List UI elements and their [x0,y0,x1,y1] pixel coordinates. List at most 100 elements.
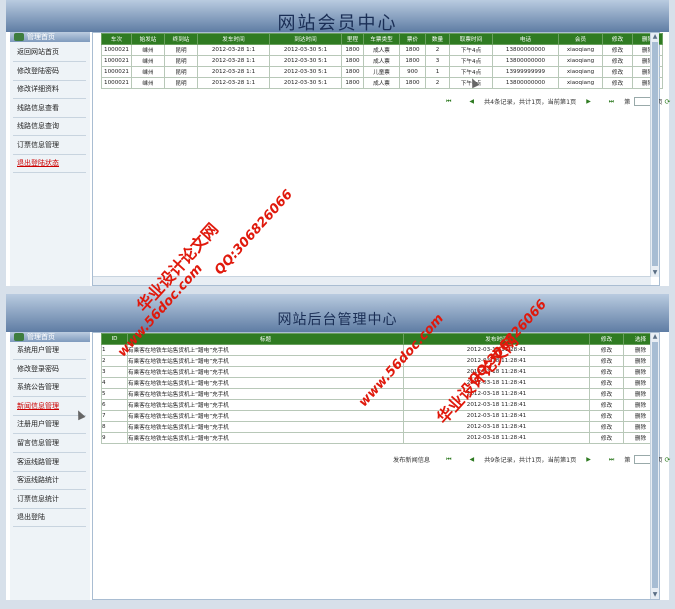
table-cell: 2 [101,355,128,367]
scroll-down-icon[interactable]: ▼ [651,591,659,599]
go-icon[interactable]: ⟳ [665,456,671,464]
edit-link[interactable]: 修改 [589,355,624,367]
sidebar-divider [13,433,86,435]
sidebar-item[interactable]: 退出登陆状态 [13,156,86,170]
table-cell: 2012-03-28 1:1 [197,66,270,78]
member-banner: 网站会员中心 [6,0,669,34]
sidebar-item[interactable]: 注册用户管理 [13,417,86,431]
table-cell: 1000021 [101,77,132,89]
table-cell: 2012-03-30 5:1 [269,77,342,89]
edit-link[interactable]: 修改 [602,77,633,89]
sidebar-divider [13,396,86,398]
edit-link[interactable]: 修改 [589,410,624,422]
table-cell: 9 [101,432,128,444]
sidebar-item[interactable]: 返回网站首页 [13,45,86,59]
table-cell: 1 [425,66,450,78]
edit-link[interactable]: 修改 [589,344,624,356]
sidebar-item[interactable]: 线路信息查看 [13,101,86,115]
table-cell: 2012-03-18 11:28:41 [403,355,590,367]
table-cell: 13800000000 [492,77,559,89]
news-table: ID 标题 发布时间 修改 选择 1 有乘客在地铁车站售货机上“蹭电”充手机 2012-03-… [101,333,658,444]
vertical-scrollbar[interactable]: ▲ ▼ [650,33,659,277]
page-title: 网站后台管理中心 [277,312,398,328]
sidebar-item[interactable]: 线路信息查询 [13,119,86,133]
sidebar-header[interactable]: 管理首页 [10,332,90,342]
column-header: 车票类型 [363,33,400,45]
scroll-down-icon[interactable]: ▼ [651,269,659,277]
sidebar-item[interactable]: 修改登录密码 [13,362,86,376]
table-cell: 1800 [341,55,364,67]
table-cell: 昆明 [164,55,198,67]
table-cell: 嵊州 [131,44,165,56]
table-cell: 4 [101,377,128,389]
table-cell: 13800000000 [492,55,559,67]
table-cell: 2012-03-18 11:28:41 [403,344,590,356]
edit-link[interactable]: 修改 [589,399,624,411]
member-sidebar: 管理首页 返回网站首页 修改登陆密码 修改详细资料 线路信息查看 线路信息查询 订票信息管… [10,32,90,286]
sidebar-title: 管理首页 [27,33,55,41]
prev-page-icon[interactable]: ◀ [469,98,474,105]
vertical-scrollbar[interactable]: ▲ ▼ [650,333,659,599]
pager-summary: 共9条记录，共计1页，当前第1页 [484,457,577,464]
table-header-row: ID 标题 发布时间 修改 选择 [101,333,658,345]
edit-link[interactable]: 修改 [589,432,624,444]
sidebar-item[interactable]: 系统用户管理 [13,343,86,357]
table-cell: 3 [101,366,128,378]
last-page-icon[interactable]: ⏭ [609,98,614,106]
sidebar-item[interactable]: 修改详细资料 [13,82,86,96]
sidebar-item[interactable]: 客运线路管理 [13,455,86,469]
sidebar-item[interactable]: 留言信息管理 [13,436,86,450]
last-page-icon[interactable]: ⏭ [609,456,614,464]
next-page-icon[interactable]: ▶ [586,456,591,463]
horizontal-scrollbar[interactable] [93,276,651,285]
table-cell: 昆明 [164,77,198,89]
table-cell: 有乘客在地铁车站售货机上“蹭电”充手机 [127,410,404,422]
edit-link[interactable]: 修改 [589,421,624,433]
table-cell: 1000021 [101,44,132,56]
member-pager: ⏮ ◀ 共4条记录，共计1页，当前第1页 ▶ ⏭ 第 页 ⟳ [438,97,670,106]
table-cell: 2012-03-18 11:28:41 [403,432,590,444]
add-news-link[interactable]: 发布新闻信息 [393,455,430,464]
admin-banner: 网站后台管理中心 [6,294,669,332]
scroll-up-icon[interactable]: ▲ [651,333,659,341]
column-header: 修改 [589,333,624,345]
table-cell: 2012-03-30 5:1 [269,44,342,56]
prev-page-icon[interactable]: ◀ [469,456,474,463]
first-page-icon[interactable]: ⏮ [446,98,451,106]
table-cell: 1800 [341,44,364,56]
scroll-up-icon[interactable]: ▲ [651,33,659,41]
go-icon[interactable]: ⟳ [664,98,670,106]
edit-link[interactable]: 修改 [589,388,624,400]
page-label: 第 [624,99,631,106]
sidebar-item[interactable]: 订票信息管理 [13,138,86,152]
table-row: 1000021 嵊州 昆明 2012-03-28 1:1 2012-03-30 5:1 1… [101,66,663,78]
sidebar-divider [13,452,86,453]
table-cell: 成人票 [363,55,400,67]
column-header: 终到站 [164,33,198,45]
sidebar-item[interactable]: 订票信息统计 [13,492,86,506]
edit-link[interactable]: 修改 [589,366,624,378]
sidebar-header[interactable]: 管理首页 [10,32,90,42]
scroll-thumb[interactable] [652,342,658,588]
edit-link[interactable]: 修改 [602,44,633,56]
column-header: 会员 [558,33,603,45]
table-cell: 2012-03-30 5:1 [269,66,342,78]
table-cell: 13800000000 [492,44,559,56]
sidebar-item[interactable]: 客运线路统计 [13,473,86,487]
table-cell: 1800 [399,44,426,56]
column-header: 修改 [602,33,633,45]
sidebar-item[interactable]: 系统公告管理 [13,380,86,394]
scroll-thumb[interactable] [652,42,658,266]
edit-link[interactable]: 修改 [602,55,633,67]
edit-link[interactable]: 修改 [602,66,633,78]
edit-link[interactable]: 修改 [589,377,624,389]
sidebar-item[interactable]: 退出登陆 [13,510,86,524]
table-cell: 2012-03-30 5:1 [269,55,342,67]
sidebar-item[interactable]: 修改登陆密码 [13,64,86,78]
next-page-icon[interactable]: ▶ [586,98,591,105]
table-cell: 3 [425,55,450,67]
table-row: 1000021 嵊州 昆明 2012-03-28 1:1 2012-03-30 5:1 1… [101,44,663,56]
table-cell: 有乘客在地铁车站售货机上“蹭电”充手机 [127,421,404,433]
table-cell: xiaoqiang [558,66,603,78]
first-page-icon[interactable]: ⏮ [446,456,451,464]
